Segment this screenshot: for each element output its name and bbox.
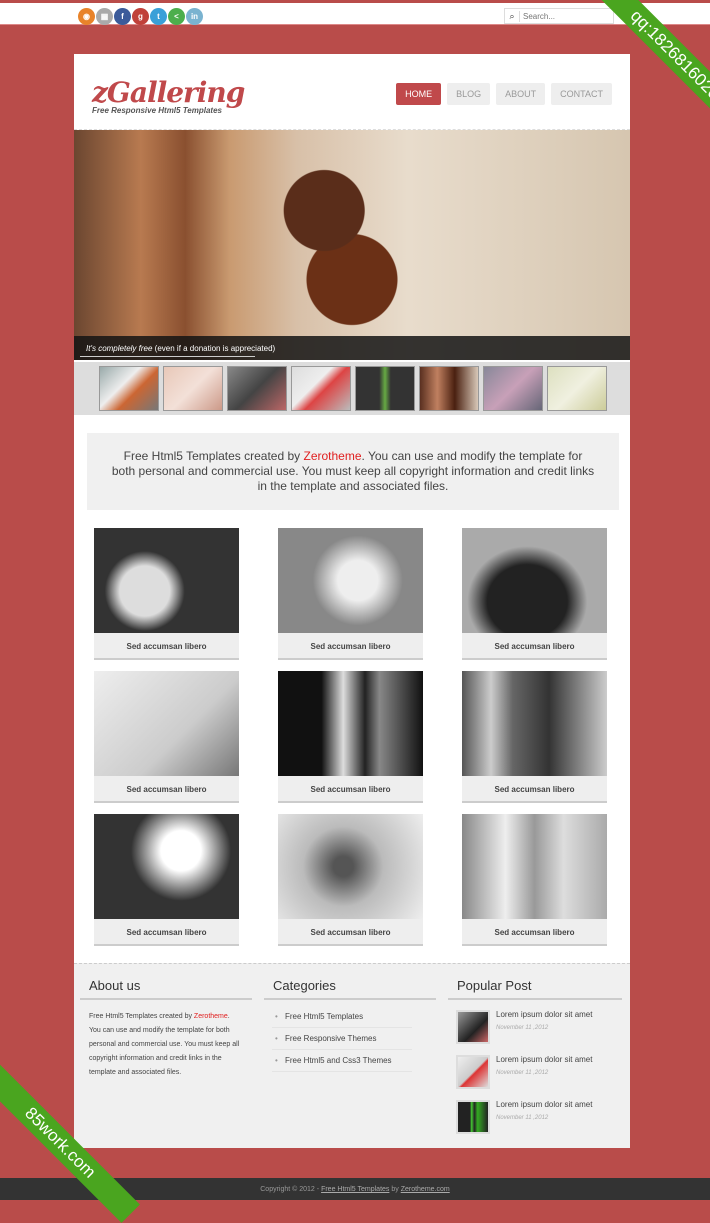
slider-thumbnail[interactable] [547, 366, 607, 411]
search-icon[interactable]: ⌕ [505, 10, 520, 22]
gallery-image[interactable] [278, 528, 423, 633]
gallery-item[interactable]: Sed accumsan libero [278, 671, 423, 803]
gallery-caption[interactable]: Sed accumsan libero [462, 633, 607, 660]
linkedin-icon[interactable]: in [186, 8, 203, 25]
slider-progress [80, 356, 255, 357]
gallery-image[interactable] [462, 671, 607, 776]
category-link[interactable]: Free Responsive Themes [272, 1028, 412, 1050]
post-thumbnail[interactable] [456, 1055, 490, 1089]
gallery-image[interactable] [278, 814, 423, 919]
gallery-item[interactable]: Sed accumsan libero [278, 528, 423, 660]
gallery-item[interactable]: Sed accumsan libero [94, 528, 239, 660]
facebook-icon[interactable]: f [114, 8, 131, 25]
slider-thumbnail[interactable] [99, 366, 159, 411]
popular-title: Popular Post [448, 978, 622, 1000]
zerotheme-site-link[interactable]: Zerotheme.com [401, 1186, 450, 1193]
delicious-icon[interactable]: ▦ [96, 8, 113, 25]
about-title: About us [80, 978, 252, 1000]
gallery-item[interactable]: Sed accumsan libero [462, 528, 607, 660]
post-title[interactable]: Lorem ipsum dolor sit amet [496, 1010, 592, 1019]
popular-post[interactable]: Lorem ipsum dolor sit amet November 11 ,2… [456, 1055, 622, 1090]
about-widget: About us Free Html5 Templates created by… [80, 978, 252, 1090]
google-plus-icon[interactable]: g [132, 8, 149, 25]
gallery-image[interactable] [278, 671, 423, 776]
categories-widget: Categories Free Html5 Templates Free Res… [264, 978, 436, 1072]
post-thumbnail[interactable] [456, 1010, 490, 1044]
gallery-item[interactable]: Sed accumsan libero [462, 814, 607, 946]
gallery-caption[interactable]: Sed accumsan libero [278, 633, 423, 660]
main-nav: HOME BLOG ABOUT CONTACT [396, 83, 612, 105]
about-text: Free Html5 Templates created by Zerothem… [80, 1000, 252, 1090]
templates-link[interactable]: Free Html5 Templates [321, 1186, 389, 1193]
gallery-image[interactable] [94, 528, 239, 633]
nav-home[interactable]: HOME [396, 83, 442, 105]
caption-italic: It's completely free [86, 344, 153, 353]
gallery-caption[interactable]: Sed accumsan libero [278, 919, 423, 946]
post-date: November 11 ,2012 [496, 1025, 549, 1031]
rss-icon[interactable]: ◉ [78, 8, 95, 25]
page-container: zGallering Free Responsive Html5 Templat… [74, 54, 630, 1148]
gallery-image[interactable] [462, 528, 607, 633]
intro-text: Free Html5 Templates created by [123, 449, 304, 463]
gallery-caption[interactable]: Sed accumsan libero [94, 633, 239, 660]
search-box: ⌕ [504, 8, 614, 24]
gallery-item[interactable]: Sed accumsan libero [94, 814, 239, 946]
logo[interactable]: zGallering [92, 76, 245, 109]
slider-thumbnail[interactable] [163, 366, 223, 411]
gallery-image[interactable] [94, 814, 239, 919]
zerotheme-link[interactable]: Zerotheme [194, 1013, 228, 1020]
tagline: Free Responsive Html5 Templates [92, 106, 222, 115]
search-input[interactable] [520, 11, 610, 21]
slider-thumbnail[interactable] [483, 366, 543, 411]
popular-post[interactable]: Lorem ipsum dolor sit amet November 11 ,2… [456, 1100, 622, 1135]
categories-title: Categories [264, 978, 436, 1000]
zerotheme-link[interactable]: Zerotheme [304, 449, 362, 463]
gallery-caption[interactable]: Sed accumsan libero [278, 776, 423, 803]
caption-text: (even if a donation is appreciated) [152, 344, 276, 353]
popular-widget: Popular Post Lorem ipsum dolor sit amet N… [448, 978, 622, 1135]
gallery-item[interactable]: Sed accumsan libero [462, 671, 607, 803]
gallery-image[interactable] [462, 814, 607, 919]
post-date: November 11 ,2012 [496, 1115, 549, 1121]
share-icon[interactable]: < [168, 8, 185, 25]
category-link[interactable]: Free Html5 and Css3 Themes [272, 1050, 412, 1072]
intro-box: Free Html5 Templates created by Zerothem… [87, 433, 619, 510]
copyright-text: Copyright © 2012 - [260, 1186, 322, 1193]
social-icons: ◉ ▦ f g t < in [78, 8, 203, 25]
hero-slider[interactable]: It's completely free (even if a donation… [74, 130, 630, 360]
slider-thumbnail[interactable] [355, 366, 415, 411]
category-link[interactable]: Free Html5 Templates [272, 1006, 412, 1028]
gallery-item[interactable]: Sed accumsan libero [94, 671, 239, 803]
copyright-text: by [389, 1186, 401, 1193]
nav-contact[interactable]: CONTACT [551, 83, 612, 105]
about-text-part: Free Html5 Templates created by [89, 1013, 194, 1020]
gallery-item[interactable]: Sed accumsan libero [278, 814, 423, 946]
post-date: November 11 ,2012 [496, 1070, 549, 1076]
slider-thumbnails [74, 362, 630, 415]
nav-blog[interactable]: BLOG [447, 83, 491, 105]
top-bar: ◉ ▦ f g t < in ⌕ [0, 0, 710, 25]
post-title[interactable]: Lorem ipsum dolor sit amet [496, 1055, 592, 1064]
popular-post[interactable]: Lorem ipsum dolor sit amet November 11 ,2… [456, 1010, 622, 1045]
post-thumbnail[interactable] [456, 1100, 490, 1134]
gallery-image[interactable] [94, 671, 239, 776]
gallery-caption[interactable]: Sed accumsan libero [462, 776, 607, 803]
twitter-icon[interactable]: t [150, 8, 167, 25]
gallery-caption[interactable]: Sed accumsan libero [462, 919, 607, 946]
post-title[interactable]: Lorem ipsum dolor sit amet [496, 1100, 592, 1109]
footer-widgets: About us Free Html5 Templates created by… [74, 963, 630, 1148]
gallery-caption[interactable]: Sed accumsan libero [94, 776, 239, 803]
about-text-part: . You can use and modify the template fo… [89, 1013, 240, 1076]
slider-thumbnail[interactable] [419, 366, 479, 411]
gallery-caption[interactable]: Sed accumsan libero [94, 919, 239, 946]
slider-thumbnail[interactable] [227, 366, 287, 411]
slider-thumbnail[interactable] [291, 366, 351, 411]
header: zGallering Free Responsive Html5 Templat… [74, 54, 630, 130]
nav-about[interactable]: ABOUT [496, 83, 546, 105]
